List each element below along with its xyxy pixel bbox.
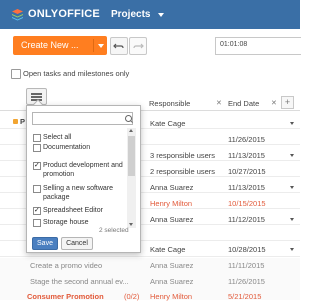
- popup-search-input[interactable]: [32, 112, 133, 125]
- undo-button[interactable]: [110, 37, 128, 55]
- column-close-icon[interactable]: ✕: [271, 99, 277, 107]
- list-item[interactable]: Storage house: [31, 218, 127, 227]
- task-title[interactable]: Stage the second annual ev...: [30, 277, 129, 286]
- row-menu-icon[interactable]: [290, 122, 294, 125]
- row-responsible[interactable]: 3 responsible users: [150, 151, 215, 160]
- row-responsible[interactable]: 2 responsible users: [150, 167, 215, 176]
- row-end-date: 11/12/2015: [228, 215, 265, 224]
- row-responsible[interactable]: Kate Cage: [150, 119, 185, 128]
- column-close-icon[interactable]: ✕: [216, 99, 222, 107]
- row-responsible[interactable]: Anna Suarez: [150, 215, 193, 224]
- list-item-label: Spreadsheet Editor: [43, 207, 103, 214]
- item-checkbox[interactable]: [33, 144, 41, 152]
- row-end-date: 10/15/2015: [228, 199, 266, 208]
- row-end-date: 11/13/2015: [228, 151, 265, 160]
- list-item[interactable]: Selling a new software package: [31, 184, 127, 202]
- scroll-up-icon[interactable]: [129, 129, 133, 132]
- scroll-down-icon[interactable]: [129, 223, 133, 226]
- row-responsible[interactable]: Henry Milton: [150, 199, 192, 208]
- task-title[interactable]: Create a promo video: [30, 261, 102, 270]
- save-button[interactable]: Save: [32, 237, 58, 250]
- list-item-label: Selling a new software package: [43, 185, 114, 201]
- chevron-down-icon[interactable]: [158, 13, 164, 17]
- button-divider: [93, 39, 94, 52]
- row-end-date: 11/26/2015: [228, 135, 265, 144]
- scrollbar-thumb[interactable]: [128, 136, 135, 176]
- item-checkbox[interactable]: [33, 206, 41, 215]
- project-filter-popup: Select all Documentation Product develop…: [26, 105, 141, 253]
- lock-icon: [13, 119, 18, 124]
- column-header-responsible[interactable]: Responsible: [149, 99, 190, 108]
- list-item-label: Select all: [43, 134, 72, 141]
- list-item-label: Product development and promotion: [43, 162, 123, 178]
- hamburger-icon-line: [31, 96, 42, 98]
- row-responsible[interactable]: Kate Cage: [150, 245, 185, 254]
- row-end-date: 10/28/2015: [228, 245, 266, 254]
- row-responsible[interactable]: Anna Suarez: [150, 277, 193, 286]
- timer-value: 01:01:08: [220, 41, 248, 48]
- open-only-label: Open tasks and milestones only: [23, 69, 130, 78]
- redo-icon: [133, 43, 144, 49]
- row-responsible[interactable]: Anna Suarez: [150, 183, 193, 192]
- row-menu-icon[interactable]: [290, 248, 294, 251]
- list-item[interactable]: Documentation: [31, 143, 127, 152]
- list-item-label: Storage house: [43, 219, 89, 226]
- chevron-down-icon[interactable]: [98, 44, 104, 48]
- hamburger-icon-line: [31, 93, 42, 95]
- row-end-date: 11/13/2015: [228, 183, 265, 192]
- create-new-button[interactable]: Create New ...: [13, 36, 107, 55]
- timer-display[interactable]: 01:01:08: [215, 37, 301, 55]
- project-initial: P: [20, 117, 26, 126]
- list-item[interactable]: Spreadsheet Editor: [31, 206, 127, 215]
- row-menu-icon[interactable]: [290, 186, 294, 189]
- row-end-date: 11/26/2015: [228, 277, 265, 286]
- list-item[interactable]: Product development and promotion: [31, 161, 127, 179]
- redo-button[interactable]: [129, 37, 147, 55]
- open-only-checkbox[interactable]: [11, 69, 21, 79]
- app-logo-text[interactable]: ONLYOFFICE: [28, 8, 100, 20]
- search-icon[interactable]: [125, 115, 132, 122]
- list-item-select-all[interactable]: Select all: [31, 133, 127, 142]
- cancel-button[interactable]: Cancel: [61, 237, 93, 250]
- select-all-checkbox[interactable]: [33, 134, 41, 142]
- undo-icon: [113, 43, 124, 49]
- row-responsible[interactable]: Anna Suarez: [150, 261, 193, 270]
- add-column-icon[interactable]: +: [281, 96, 294, 109]
- row-end-date: 11/11/2015: [228, 261, 265, 270]
- item-checkbox[interactable]: [33, 161, 41, 170]
- item-checkbox[interactable]: [33, 219, 41, 227]
- row-menu-icon[interactable]: [290, 154, 294, 157]
- row-menu-icon[interactable]: [290, 218, 294, 221]
- create-new-label: Create New ...: [21, 40, 79, 50]
- selected-count: 2 selected: [99, 227, 129, 234]
- column-header-end-date[interactable]: End Date: [228, 99, 259, 108]
- onlyoffice-logo-icon: [12, 9, 23, 21]
- module-switcher[interactable]: Projects: [111, 9, 150, 20]
- list-item-label: Documentation: [43, 144, 91, 151]
- row-divider: [0, 256, 300, 257]
- item-checkbox[interactable]: [33, 185, 41, 193]
- row-end-date: 10/27/2015: [228, 167, 266, 176]
- project-list: Select all Documentation Product develop…: [31, 128, 130, 228]
